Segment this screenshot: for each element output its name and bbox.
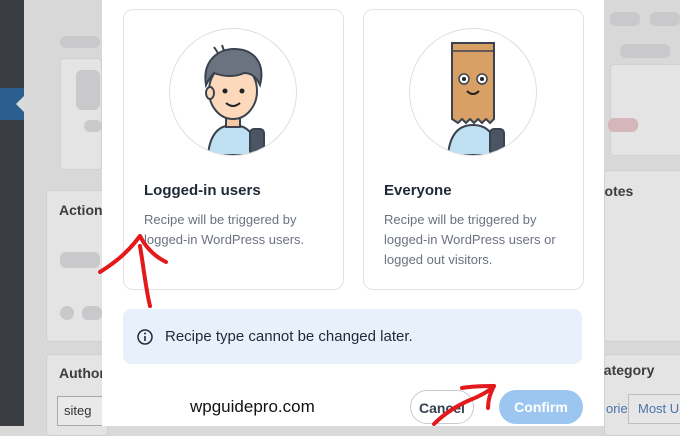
bg-card-right — [610, 64, 680, 156]
anonymous-visitor-avatar-icon — [409, 28, 537, 156]
option-title: Everyone — [384, 182, 452, 199]
cancel-button[interactable]: Cancel — [410, 390, 474, 424]
bg-placeholder — [610, 12, 640, 26]
bg-placeholder — [82, 306, 102, 320]
bg-placeholder — [60, 36, 100, 48]
sidebar-active-arrow-icon — [16, 96, 24, 112]
notice-text: Recipe type cannot be changed later. — [165, 328, 413, 345]
option-title: Logged-in users — [144, 182, 261, 199]
bg-placeholder — [76, 70, 100, 110]
bg-placeholder — [608, 118, 638, 132]
actions-heading: Action — [59, 202, 103, 218]
bg-placeholder — [620, 44, 670, 58]
author-input[interactable]: siteg — [57, 396, 107, 426]
bg-placeholder — [60, 306, 74, 320]
logged-in-user-avatar-icon — [169, 28, 297, 156]
bg-placeholder — [650, 12, 680, 26]
bg-placeholder — [60, 252, 100, 268]
author-heading: Author — [59, 365, 105, 381]
option-everyone[interactable]: Everyone Recipe will be triggered by log… — [363, 9, 584, 290]
info-icon — [137, 329, 153, 345]
option-description: Recipe will be triggered by logged-in Wo… — [144, 212, 305, 247]
option-logged-in-users[interactable]: Logged-in users Recipe will be triggered… — [123, 9, 344, 290]
category-heading: category — [596, 362, 655, 378]
watermark-text: wpguidepro.com — [190, 397, 315, 416]
admin-sidebar — [0, 0, 24, 426]
option-description: Recipe will be triggered by logged-in Wo… — [384, 212, 556, 267]
recipe-type-notice: Recipe type cannot be changed later. — [123, 309, 582, 364]
most-used-tab[interactable]: Most U — [638, 401, 679, 416]
confirm-button[interactable]: Confirm — [499, 390, 583, 424]
bg-placeholder — [84, 120, 102, 132]
recipe-type-modal: Logged-in users Recipe will be triggered… — [102, 0, 604, 426]
